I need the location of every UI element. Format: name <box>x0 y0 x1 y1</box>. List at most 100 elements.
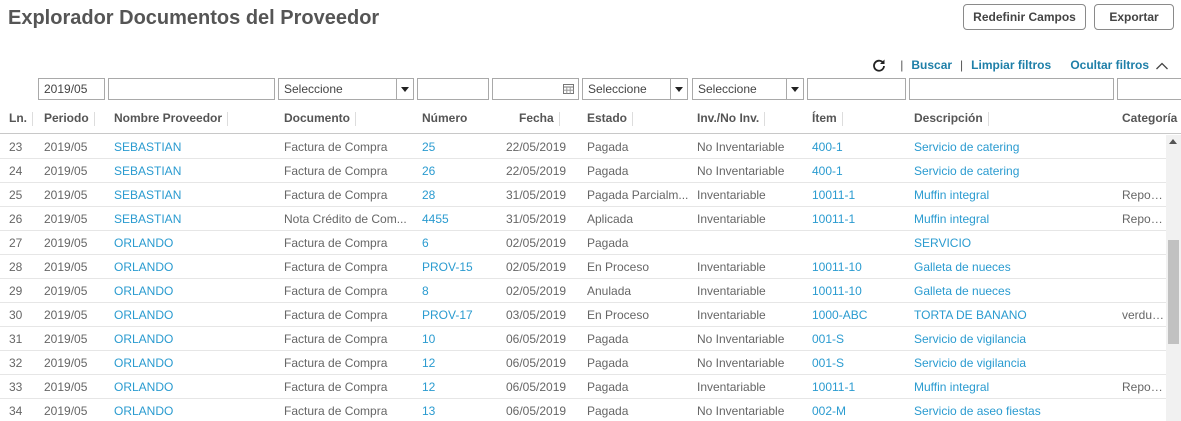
descripcion-filter[interactable] <box>909 78 1114 100</box>
cell-item[interactable]: 10011-10 <box>812 255 908 278</box>
cell-descripcion[interactable]: Muffin integral <box>914 375 1118 398</box>
cell-item[interactable]: 10011-1 <box>812 183 908 206</box>
cell-item[interactable]: 001-S <box>812 351 908 374</box>
chevron-down-icon[interactable] <box>786 79 803 99</box>
cell-descripcion[interactable]: Servicio de aseo fiestas <box>914 399 1118 421</box>
refresh-icon[interactable] <box>872 58 886 72</box>
cell-descripcion[interactable]: Servicio de vigilancia <box>914 351 1118 374</box>
cell-numero[interactable]: 28 <box>422 183 498 206</box>
col-categoria[interactable]: Categoría <box>1122 104 1177 133</box>
chevron-down-icon[interactable] <box>670 79 687 99</box>
exportar-button[interactable]: Exportar <box>1094 4 1174 30</box>
chevron-up-icon[interactable] <box>1155 60 1169 70</box>
vertical-scrollbar[interactable] <box>1166 135 1181 421</box>
table-row[interactable]: 27 2019/05 ORLANDO Factura de Compra 6 02/05/… <box>0 231 1166 255</box>
table-row[interactable]: 34 2019/05 ORLANDO Factura de Compra 13 06/05… <box>0 399 1166 421</box>
col-documento[interactable]: Documento <box>284 104 356 133</box>
cell-documento: Factura de Compra <box>284 404 388 418</box>
cell-proveedor[interactable]: ORLANDO <box>114 231 278 254</box>
cell-descripcion[interactable]: SERVICIO <box>914 231 1118 254</box>
table-row[interactable]: 23 2019/05 SEBASTIAN Factura de Compra 25 22/… <box>0 135 1166 159</box>
col-estado[interactable]: Estado <box>587 104 634 133</box>
cell-proveedor[interactable]: SEBASTIAN <box>114 159 278 182</box>
fecha-filter[interactable] <box>492 78 579 100</box>
cell-proveedor[interactable]: SEBASTIAN <box>114 135 278 158</box>
scroll-up-icon[interactable] <box>1169 139 1177 144</box>
categoria-filter[interactable] <box>1117 78 1181 100</box>
cell-inv: Inventariable <box>697 284 766 298</box>
scroll-thumb[interactable] <box>1168 240 1179 344</box>
cell-proveedor[interactable]: ORLANDO <box>114 303 278 326</box>
cell-numero[interactable]: 12 <box>422 351 498 374</box>
cell-descripcion[interactable]: Galleta de nueces <box>914 255 1118 278</box>
cell-categoria <box>1122 351 1166 374</box>
limpiar-filtros-link[interactable]: Limpiar filtros <box>971 58 1051 72</box>
col-inv[interactable]: Inv./No Inv. <box>697 104 766 133</box>
nombre-proveedor-filter[interactable] <box>108 78 275 100</box>
cell-proveedor[interactable]: ORLANDO <box>114 255 278 278</box>
cell-numero[interactable]: 25 <box>422 135 498 158</box>
cell-item[interactable]: 400-1 <box>812 159 908 182</box>
cell-descripcion[interactable]: Muffin integral <box>914 183 1118 206</box>
cell-item[interactable]: 10011-1 <box>812 375 908 398</box>
cell-descripcion[interactable]: Muffin integral <box>914 207 1118 230</box>
cell-categoria: Reposte <box>1122 188 1166 202</box>
item-filter[interactable] <box>807 78 906 100</box>
cell-numero[interactable]: 8 <box>422 279 498 302</box>
cell-numero[interactable]: PROV-15 <box>422 255 498 278</box>
table-row[interactable]: 30 2019/05 ORLANDO Factura de Compra PROV-17… <box>0 303 1166 327</box>
cell-proveedor[interactable]: ORLANDO <box>114 327 278 350</box>
buscar-link[interactable]: Buscar <box>911 58 952 72</box>
cell-item[interactable]: 400-1 <box>812 135 908 158</box>
col-proveedor[interactable]: Nombre Proveedor <box>114 104 229 133</box>
inv-select[interactable]: Seleccione <box>692 78 804 100</box>
cell-proveedor[interactable]: ORLANDO <box>114 399 278 421</box>
calendar-icon[interactable] <box>563 84 574 94</box>
col-numero[interactable]: Número <box>422 104 467 133</box>
cell-proveedor[interactable]: SEBASTIAN <box>114 207 278 230</box>
cell-numero[interactable]: PROV-17 <box>422 303 498 326</box>
cell-descripcion[interactable]: Servicio de catering <box>914 135 1118 158</box>
table-row[interactable]: 25 2019/05 SEBASTIAN Factura de Compra 28 31/… <box>0 183 1166 207</box>
cell-item[interactable]: 002-M <box>812 399 908 421</box>
cell-descripcion[interactable]: Servicio de vigilancia <box>914 327 1118 350</box>
col-fecha[interactable]: Fecha <box>519 104 560 133</box>
cell-fecha: 02/05/2019 <box>506 236 567 250</box>
cell-proveedor[interactable]: ORLANDO <box>114 375 278 398</box>
cell-proveedor[interactable]: SEBASTIAN <box>114 183 278 206</box>
table-row[interactable]: 26 2019/05 SEBASTIAN Nota Crédito de Com...… <box>0 207 1166 231</box>
col-ln[interactable]: Ln. <box>9 104 33 133</box>
chevron-down-icon[interactable] <box>396 79 413 99</box>
estado-select[interactable]: Seleccione <box>582 78 688 100</box>
ocultar-filtros-link[interactable]: Ocultar filtros <box>1070 58 1149 72</box>
cell-numero[interactable]: 10 <box>422 327 498 350</box>
cell-descripcion[interactable]: TORTA DE BANANO <box>914 303 1118 326</box>
cell-numero[interactable]: 26 <box>422 159 498 182</box>
cell-item[interactable] <box>812 231 908 254</box>
cell-item[interactable]: 10011-10 <box>812 279 908 302</box>
documento-select[interactable]: Seleccione <box>278 78 414 100</box>
cell-numero[interactable]: 4455 <box>422 207 498 230</box>
table-row[interactable]: 29 2019/05 ORLANDO Factura de Compra 8 02/05/… <box>0 279 1166 303</box>
cell-item[interactable]: 1000-ABC <box>812 303 908 326</box>
col-item[interactable]: Ítem <box>812 104 843 133</box>
cell-descripcion[interactable]: Servicio de catering <box>914 159 1118 182</box>
redefinir-campos-button[interactable]: Redefinir Campos <box>963 4 1086 30</box>
table-row[interactable]: 33 2019/05 ORLANDO Factura de Compra 12 06/05… <box>0 375 1166 399</box>
periodo-filter[interactable]: 2019/05 <box>38 78 105 100</box>
cell-numero[interactable]: 13 <box>422 399 498 421</box>
cell-item[interactable]: 001-S <box>812 327 908 350</box>
table-row[interactable]: 28 2019/05 ORLANDO Factura de Compra PROV-15… <box>0 255 1166 279</box>
table-row[interactable]: 24 2019/05 SEBASTIAN Factura de Compra 26 22/… <box>0 159 1166 183</box>
col-descripcion[interactable]: Descripción <box>914 104 989 133</box>
numero-filter[interactable] <box>417 78 489 100</box>
cell-numero[interactable]: 12 <box>422 375 498 398</box>
cell-numero[interactable]: 6 <box>422 231 498 254</box>
cell-proveedor[interactable]: ORLANDO <box>114 351 278 374</box>
table-row[interactable]: 32 2019/05 ORLANDO Factura de Compra 12 06/05… <box>0 351 1166 375</box>
cell-descripcion[interactable]: Galleta de nueces <box>914 279 1118 302</box>
cell-item[interactable]: 10011-1 <box>812 207 908 230</box>
cell-proveedor[interactable]: ORLANDO <box>114 279 278 302</box>
col-periodo[interactable]: Periodo <box>44 104 95 133</box>
table-row[interactable]: 31 2019/05 ORLANDO Factura de Compra 10 06/05… <box>0 327 1166 351</box>
